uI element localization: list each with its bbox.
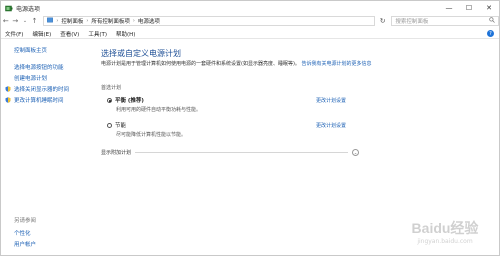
sidebar-power-button-function[interactable]: 选择电源按钮的功能 <box>14 63 64 71</box>
breadcrumb-control-panel[interactable]: 控制面板 <box>61 17 83 25</box>
breadcrumb-separator: › <box>132 18 135 24</box>
forward-button[interactable]: → <box>11 16 21 26</box>
sidebar-display-off-time[interactable]: 选择关闭显示器的时间 <box>5 85 69 93</box>
search-icon <box>489 17 495 25</box>
radio-balanced[interactable] <box>107 98 112 103</box>
title-bar: 电源选项 — ☐ ✕ <box>1 1 499 15</box>
shield-icon <box>5 86 11 92</box>
sidebar: 控制面板主页 选择电源按钮的功能 创建电源计划 选择关闭显示器的时间 更改计算机… <box>1 40 93 256</box>
menu-bar: 文件(F) 编辑(E) 查看(V) 工具(T) 帮助(H) ? <box>1 29 499 39</box>
breadcrumb-separator: › <box>86 18 89 24</box>
window-controls: — ☐ ✕ <box>439 1 499 15</box>
power-options-icon <box>5 5 13 12</box>
plan-description: 尽可能降低计算机性能以节能。 <box>116 132 187 138</box>
see-also-label: 另请参阅 <box>14 218 37 224</box>
minimize-button[interactable]: — <box>439 1 459 15</box>
sidebar-sleep-time[interactable]: 更改计算机睡眠时间 <box>5 96 64 104</box>
menu-view[interactable]: 查看(V) <box>60 30 79 38</box>
close-button[interactable]: ✕ <box>479 1 499 15</box>
up-button[interactable]: ↑ <box>30 16 40 26</box>
watermark-brand: Baidu经验 <box>411 219 479 236</box>
menu-edit[interactable]: 编辑(E) <box>32 30 51 38</box>
power-options-window: 电源选项 — ☐ ✕ ← → ⌄ ↑ › 控制面板 › 所有控制面板项 › 电源… <box>0 0 500 256</box>
maximize-button[interactable]: ☐ <box>459 1 479 15</box>
menu-file[interactable]: 文件(F) <box>5 30 23 38</box>
radio-power-saver[interactable] <box>107 123 112 128</box>
breadcrumb-power-options[interactable]: 电源选项 <box>138 17 160 25</box>
plan-name: 平衡 (推荐) <box>115 98 144 104</box>
sidebar-item-label: 选择关闭显示器的时间 <box>14 87 70 93</box>
shield-icon <box>5 97 11 103</box>
change-plan-settings-balanced[interactable]: 更改计划设置 <box>316 97 346 104</box>
back-button[interactable]: ← <box>1 16 11 26</box>
navigation-bar: ← → ⌄ ↑ › 控制面板 › 所有控制面板项 › 电源选项 ↻ 搜索控制面板 <box>1 15 500 27</box>
breadcrumb-all-items[interactable]: 所有控制面板项 <box>91 17 130 25</box>
sidebar-control-panel-home[interactable]: 控制面板主页 <box>14 46 47 54</box>
divider <box>135 151 348 153</box>
baidu-watermark: Baidu经验 jingyan.baidu.com <box>399 211 491 251</box>
watermark-url: jingyan.baidu.com <box>417 237 473 245</box>
search-input[interactable]: 搜索控制面板 <box>391 16 500 26</box>
menu-tools[interactable]: 工具(T) <box>88 30 107 38</box>
window-title: 电源选项 <box>16 5 41 13</box>
show-additional-plans[interactable]: 显示附加计划 ⌄ <box>101 148 359 156</box>
preferred-plans-label: 首选计划 <box>101 85 122 91</box>
sidebar-item-label: 更改计算机睡眠时间 <box>14 98 64 104</box>
address-bar[interactable]: › 控制面板 › 所有控制面板项 › 电源选项 <box>43 16 375 26</box>
chevron-down-icon[interactable]: ⌄ <box>352 148 359 156</box>
help-icon[interactable]: ? <box>487 30 494 37</box>
menu-help[interactable]: 帮助(H) <box>116 30 135 38</box>
page-title: 选择或自定义电源计划 <box>101 49 181 58</box>
breadcrumb-separator: › <box>56 18 59 24</box>
power-plan-info-link[interactable]: 告诉我有关电源计划的更多信息 <box>302 61 372 67</box>
sidebar-user-accounts[interactable]: 用户帐户 <box>14 240 36 248</box>
recent-locations-button[interactable]: ⌄ <box>20 16 30 26</box>
plan-description: 利用可用的硬件自动平衡功耗与性能。 <box>116 107 202 113</box>
plan-name: 节能 <box>115 123 127 129</box>
search-placeholder: 搜索控制面板 <box>395 19 429 25</box>
sidebar-personalization[interactable]: 个性化 <box>14 229 31 237</box>
show-additional-plans-label: 显示附加计划 <box>101 149 132 156</box>
sidebar-create-power-plan[interactable]: 创建电源计划 <box>14 74 47 82</box>
refresh-button[interactable]: ↻ <box>377 16 389 26</box>
page-description: 电源计划是用于管理计算机如何使用电源的一套硬件和系统设置(如显示器亮度、睡眠等)… <box>101 61 373 68</box>
change-plan-settings-power-saver[interactable]: 更改计划设置 <box>316 122 346 129</box>
control-panel-icon <box>47 17 54 25</box>
description-text: 电源计划是用于管理计算机如何使用电源的一套硬件和系统设置(如显示器亮度、睡眠等)… <box>101 61 300 67</box>
